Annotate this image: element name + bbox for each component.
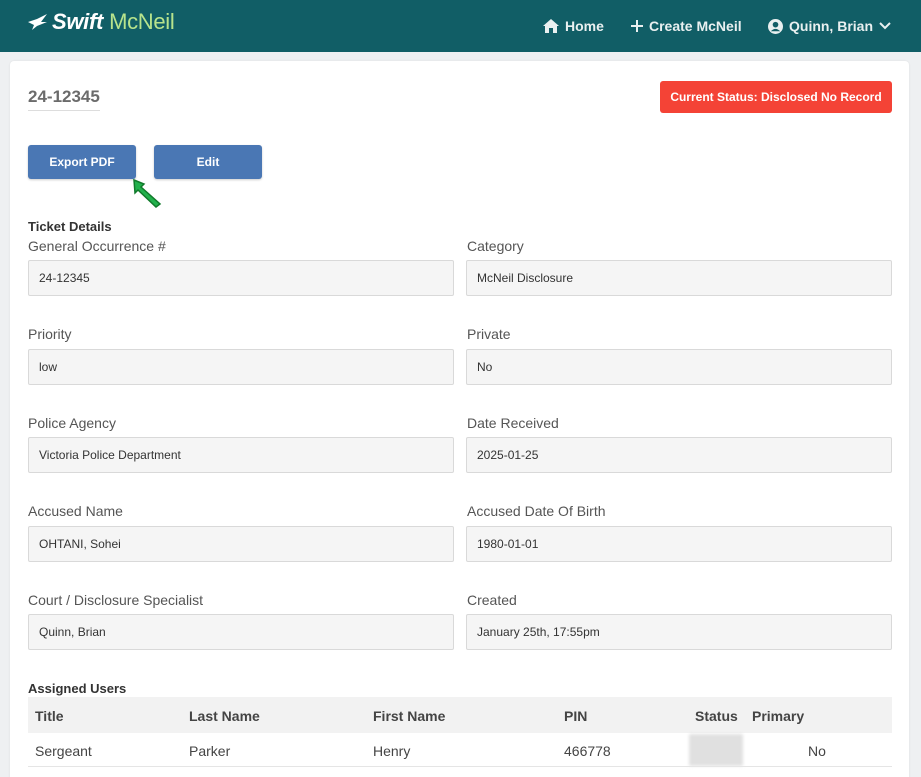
brand-logo[interactable]: Swift McNeil [27,8,175,36]
brand-mcneil: McNeil [109,9,175,34]
ticket-details-heading: Ticket Details [28,219,112,234]
bird-logo-icon [28,14,47,30]
home-icon [543,19,559,33]
brand-swift: Swift [52,9,104,34]
cell-status-redacted [689,734,743,766]
table-row-divider [28,766,892,767]
specialist-field: Quinn, Brian [28,614,454,650]
category-field: McNeil Disclosure [466,260,892,296]
column-header-first-name[interactable]: First Name [373,708,445,724]
column-header-pin[interactable]: PIN [564,708,587,724]
export-pdf-button[interactable]: Export PDF [28,145,136,179]
nav-home[interactable]: Home [543,16,604,36]
general-occurrence-field: 24-12345 [28,260,454,296]
accused-name-field: OHTANI, Sohei [28,526,454,562]
private-label: Private [467,326,511,342]
column-header-status[interactable]: Status [695,708,738,724]
cell-primary: No [808,743,826,759]
priority-label: Priority [28,326,72,342]
created-field: January 25th, 17:55pm [466,614,892,650]
nav-home-label: Home [565,18,604,34]
nav-user-menu[interactable]: Quinn, Brian [768,16,891,36]
created-label: Created [467,592,517,608]
cell-first-name: Henry [373,743,411,759]
specialist-label: Court / Disclosure Specialist [28,592,204,608]
category-label: Category [467,238,524,254]
cell-pin: 466778 [564,743,611,759]
nav-create[interactable]: Create McNeil [631,16,742,36]
date-received-label: Date Received [467,415,559,431]
assigned-users-heading: Assigned Users [28,681,127,696]
column-header-title[interactable]: Title [35,708,64,724]
cell-last-name: Parker [189,743,231,759]
accused-dob-label: Accused Date Of Birth [467,503,606,519]
ticket-id: 24-12345 [28,87,100,111]
plus-icon [631,20,643,32]
general-occurrence-label: General Occurrence # [28,238,166,254]
accused-dob-field: 1980-01-01 [466,526,892,562]
ticket-card [10,61,909,777]
user-circle-icon [768,18,783,34]
chevron-down-icon [879,22,891,30]
nav-user-label: Quinn, Brian [789,18,873,34]
cell-title: Sergeant [35,743,92,759]
accused-name-label: Accused Name [28,503,123,519]
edit-button[interactable]: Edit [154,145,262,179]
priority-field: low [28,349,454,385]
private-field: No [466,349,892,385]
police-agency-field: Victoria Police Department [28,437,454,473]
date-received-field: 2025-01-25 [466,437,892,473]
pointer-arrow-icon [133,178,162,208]
nav-create-label: Create McNeil [649,18,742,34]
police-agency-label: Police Agency [28,415,116,431]
status-badge: Current Status: Disclosed No Record [660,81,892,113]
column-header-primary[interactable]: Primary [752,708,804,724]
column-header-last-name[interactable]: Last Name [189,708,260,724]
